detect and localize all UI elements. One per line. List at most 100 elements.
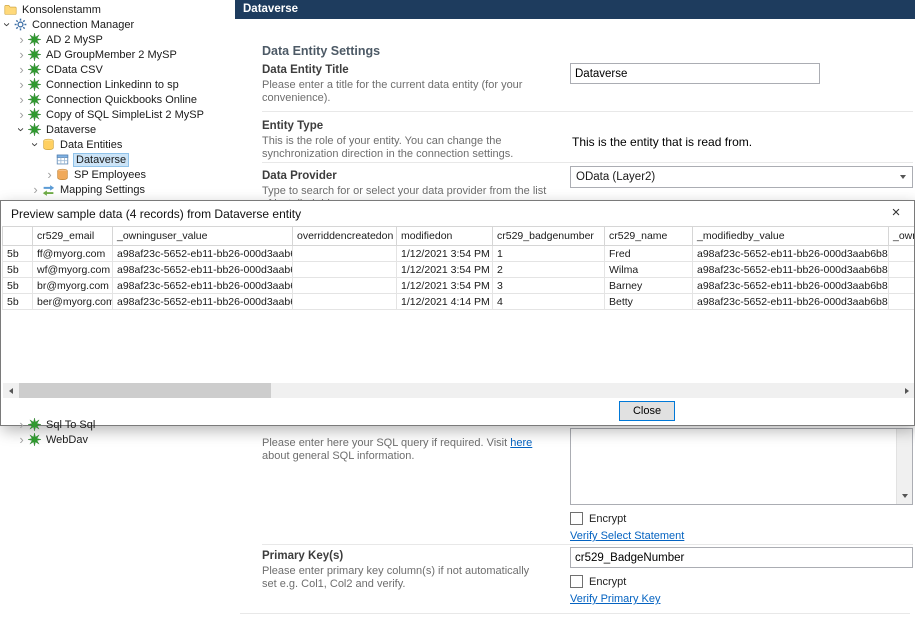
tree-item-label: CData CSV — [46, 64, 103, 76]
column-header[interactable]: _owningteam_value — [889, 227, 915, 246]
close-icon[interactable]: × — [886, 203, 906, 223]
chevron-right-icon[interactable]: › — [16, 433, 27, 446]
table-cell: 5b — [3, 262, 33, 278]
table-cell: a98af23c-5652-eb11-bb26-000d3aab6b87 — [693, 278, 889, 294]
entity-title-input[interactable] — [570, 63, 820, 84]
select-statement-description: Please enter here your SQL query if requ… — [262, 437, 544, 463]
chevron-expanded-icon[interactable]: › — [29, 139, 42, 150]
connection-icon — [27, 93, 42, 107]
chevron-expanded-icon[interactable]: › — [15, 124, 28, 135]
table-cell: ber@myorg.com — [33, 294, 113, 310]
data-provider-value: OData (Layer2) — [571, 171, 894, 183]
table-cell: 5b — [3, 246, 33, 262]
table-cell: a98af23c-5652-eb11-bb26-000d3aab6b87 — [693, 246, 889, 262]
tree-item-webdav[interactable]: › WebDav — [0, 432, 235, 447]
encrypt-primary-key-checkbox[interactable] — [570, 575, 583, 588]
data-provider-select[interactable]: OData (Layer2) — [570, 166, 913, 188]
chevron-right-icon[interactable]: › — [44, 168, 55, 181]
tree-item-label: Connection Manager — [32, 19, 134, 31]
table-cell: 5b — [3, 294, 33, 310]
select-statement-textarea[interactable] — [570, 428, 913, 505]
table-cell — [889, 294, 915, 310]
tree-item-data-entities[interactable]: › Data Entities — [0, 137, 235, 152]
desc-text: about general SQL information. — [262, 450, 414, 462]
table-cell — [889, 262, 915, 278]
verify-select-statement-link[interactable]: Verify Select Statement — [570, 530, 684, 542]
tree-item-cdata-csv[interactable]: › CData CSV — [0, 62, 235, 77]
chevron-right-icon[interactable]: › — [16, 108, 27, 121]
separator — [262, 111, 913, 112]
chevron-expanded-icon[interactable]: › — [1, 19, 14, 30]
tree-item-sql-to-sql[interactable]: › Sql To Sql — [0, 417, 235, 432]
chevron-right-icon[interactable]: › — [16, 48, 27, 61]
table-cell — [889, 278, 915, 294]
separator — [262, 544, 913, 545]
entity-title-description: Please enter a title for the current dat… — [262, 79, 537, 105]
table-cell: br@myorg.com — [33, 278, 113, 294]
table-row: 5b br@myorg.com a98af23c-5652-eb11-bb26-… — [3, 278, 915, 294]
navigation-tree-bottom: › Sql To Sql › WebDav — [0, 417, 235, 447]
scrollbar-thumb[interactable] — [19, 383, 271, 398]
column-header[interactable] — [3, 227, 33, 246]
table-cell: Barney — [605, 278, 693, 294]
chevron-right-icon[interactable]: › — [16, 418, 27, 431]
connection-icon — [27, 33, 42, 47]
encrypt-label: Encrypt — [589, 513, 626, 525]
table-cell: a98af23c-5652-eb11-bb26-000d3aab6b87 — [113, 294, 293, 310]
primary-key-description: Please enter primary key column(s) if no… — [262, 565, 540, 591]
scroll-down-arrow[interactable] — [897, 488, 912, 504]
table-cell — [293, 278, 397, 294]
preview-table: cr529_email _owninguser_value overridden… — [2, 226, 914, 310]
close-button[interactable]: Close — [619, 401, 675, 421]
tree-item-label: AD 2 MySP — [46, 34, 103, 46]
panel-header: Dataverse — [235, 0, 915, 19]
tree-item-connection-manager[interactable]: › Connection Manager — [0, 17, 235, 32]
connection-icon — [27, 48, 42, 62]
encrypt-select-checkbox[interactable] — [570, 512, 583, 525]
encrypt-select-row: Encrypt — [570, 512, 626, 525]
tree-item-ad-groupmember-2-mysp[interactable]: › AD GroupMember 2 MySP — [0, 47, 235, 62]
horizontal-scrollbar[interactable] — [3, 383, 914, 398]
table-cell: wf@myorg.com — [33, 262, 113, 278]
chevron-right-icon[interactable]: › — [30, 183, 41, 196]
tree-item-connection-quickbooks-online[interactable]: › Connection Quickbooks Online — [0, 92, 235, 107]
table-cell — [293, 246, 397, 262]
separator — [262, 162, 913, 163]
textarea-scrollbar[interactable] — [896, 429, 912, 504]
column-header[interactable]: _owninguser_value — [113, 227, 293, 246]
tree-item-copy-of-sql-simplelist-2-mysp[interactable]: › Copy of SQL SimpleList 2 MySP — [0, 107, 235, 122]
table-row: 5b wf@myorg.com a98af23c-5652-eb11-bb26-… — [3, 262, 915, 278]
chevron-right-icon[interactable]: › — [16, 78, 27, 91]
column-header[interactable]: cr529_name — [605, 227, 693, 246]
column-header[interactable]: overriddencreatedon — [293, 227, 397, 246]
chevron-down-icon — [894, 175, 912, 179]
connection-icon — [27, 108, 42, 122]
connection-manager-icon — [13, 18, 28, 32]
tree-item-konsolenstamm[interactable]: Konsolenstamm — [0, 2, 235, 17]
tree-item-dataverse-connection[interactable]: › Dataverse — [0, 122, 235, 137]
sql-info-link[interactable]: here — [510, 437, 532, 449]
scroll-right-arrow[interactable] — [899, 383, 914, 398]
table-header-row: cr529_email _owninguser_value overridden… — [3, 227, 915, 246]
verify-primary-key-link[interactable]: Verify Primary Key — [570, 593, 660, 605]
chevron-right-icon[interactable]: › — [16, 33, 27, 46]
mapping-icon — [41, 183, 56, 197]
column-header[interactable]: _modifiedby_value — [693, 227, 889, 246]
separator — [240, 613, 910, 614]
tree-item-sp-employees[interactable]: › SP Employees — [0, 167, 235, 182]
tree-item-ad-2-mysp[interactable]: › AD 2 MySP — [0, 32, 235, 47]
column-header[interactable]: cr529_email — [33, 227, 113, 246]
scroll-left-arrow[interactable] — [3, 383, 18, 398]
primary-key-label: Primary Key(s) — [262, 550, 343, 562]
chevron-right-icon[interactable]: › — [16, 63, 27, 76]
tree-item-dataverse-entity[interactable]: Dataverse — [0, 152, 235, 167]
column-header[interactable]: modifiedon — [397, 227, 493, 246]
column-header[interactable]: cr529_badgenumber — [493, 227, 605, 246]
folder-icon — [3, 3, 18, 17]
chevron-right-icon[interactable]: › — [16, 93, 27, 106]
tree-item-label: Mapping Settings — [60, 184, 145, 196]
primary-key-input[interactable] — [570, 547, 913, 568]
tree-item-connection-linkedinn-to-sp[interactable]: › Connection Linkedinn to sp — [0, 77, 235, 92]
tree-item-mapping-settings[interactable]: › Mapping Settings — [0, 182, 235, 197]
encrypt-primary-key-row: Encrypt — [570, 575, 626, 588]
